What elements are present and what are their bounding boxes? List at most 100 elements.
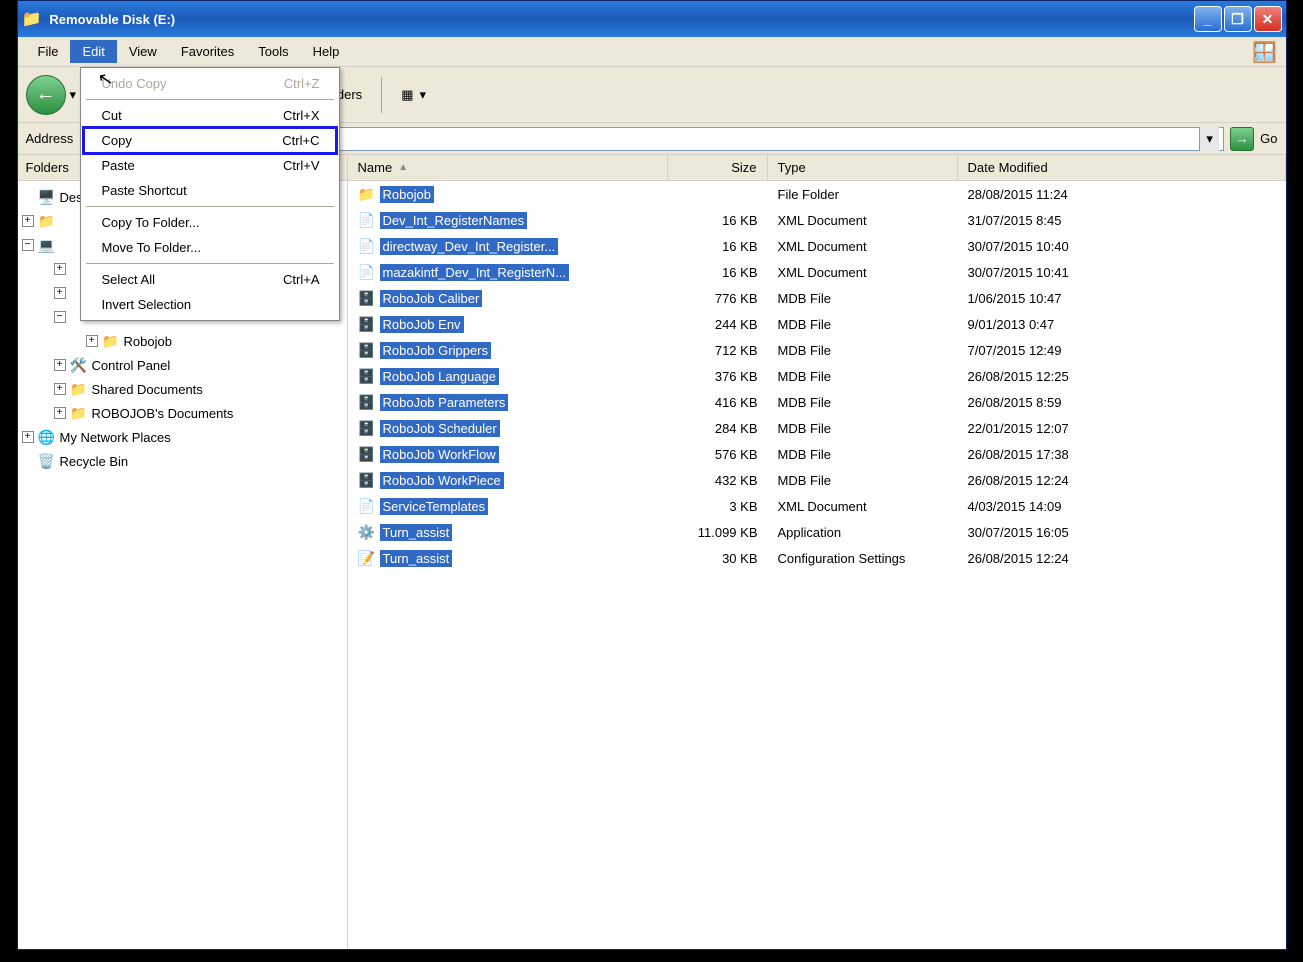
menu-help[interactable]: Help bbox=[301, 40, 352, 63]
tree-item-icon: 🌐 bbox=[38, 428, 56, 446]
title-bar[interactable]: Removable Disk (E:) _ ❐ ✕ bbox=[18, 1, 1286, 37]
tree-item-icon: 📁 bbox=[70, 380, 88, 398]
tree-item-icon: 💻 bbox=[38, 236, 56, 254]
file-icon: 🗄️ bbox=[358, 471, 376, 489]
file-row[interactable]: 📝Turn_assist30 KBConfiguration Settings2… bbox=[348, 545, 1286, 571]
file-size: 244 KB bbox=[668, 317, 768, 332]
tree-expand-button[interactable]: + bbox=[54, 383, 66, 395]
file-row[interactable]: 🗄️RoboJob Grippers712 KBMDB File7/07/201… bbox=[348, 337, 1286, 363]
file-row[interactable]: 📄Dev_Int_RegisterNames16 KBXML Document3… bbox=[348, 207, 1286, 233]
file-name: Dev_Int_RegisterNames bbox=[380, 212, 528, 229]
file-type: MDB File bbox=[768, 473, 958, 488]
tree-item[interactable]: +🛠️Control Panel bbox=[22, 353, 347, 377]
col-header-name[interactable]: Name▲ bbox=[348, 155, 668, 180]
tree-expand-button[interactable]: + bbox=[86, 335, 98, 347]
file-name: Turn_assist bbox=[380, 524, 453, 541]
menu-favorites[interactable]: Favorites bbox=[169, 40, 246, 63]
tree-item[interactable]: +🌐My Network Places bbox=[22, 425, 347, 449]
col-header-size[interactable]: Size bbox=[668, 155, 768, 180]
col-header-date[interactable]: Date Modified bbox=[958, 155, 1286, 180]
tree-expand-button[interactable]: + bbox=[54, 287, 66, 299]
file-icon: 🗄️ bbox=[358, 315, 376, 333]
tree-item[interactable]: 🗑️Recycle Bin bbox=[22, 449, 347, 473]
menu-view[interactable]: View bbox=[117, 40, 169, 63]
menu-item-invert-selection[interactable]: Invert Selection bbox=[84, 292, 336, 317]
file-size: 376 KB bbox=[668, 369, 768, 384]
menu-item-move-to-folder-[interactable]: Move To Folder... bbox=[84, 235, 336, 260]
menu-edit[interactable]: Edit bbox=[70, 40, 116, 63]
back-dropdown-icon[interactable]: ▾ bbox=[70, 87, 77, 103]
minimize-button[interactable]: _ bbox=[1194, 6, 1222, 32]
explorer-window: Removable Disk (E:) _ ❐ ✕ File Edit View… bbox=[17, 0, 1287, 950]
file-row[interactable]: 📄ServiceTemplates3 KBXML Document4/03/20… bbox=[348, 493, 1286, 519]
go-button[interactable]: → bbox=[1230, 127, 1254, 151]
file-name: RoboJob WorkPiece bbox=[380, 472, 504, 489]
file-size: 16 KB bbox=[668, 213, 768, 228]
file-icon: 🗄️ bbox=[358, 445, 376, 463]
tree-item-icon: 🗑️ bbox=[38, 452, 56, 470]
menu-item-cut[interactable]: CutCtrl+X bbox=[84, 103, 336, 128]
file-name: ServiceTemplates bbox=[380, 498, 489, 515]
file-row[interactable]: 🗄️RoboJob Scheduler284 KBMDB File22/01/2… bbox=[348, 415, 1286, 441]
tree-item[interactable]: +📁Robojob bbox=[22, 329, 347, 353]
file-row[interactable]: 🗄️RoboJob WorkFlow576 KBMDB File26/08/20… bbox=[348, 441, 1286, 467]
file-row[interactable]: 🗄️RoboJob WorkPiece432 KBMDB File26/08/2… bbox=[348, 467, 1286, 493]
file-row[interactable]: 🗄️RoboJob Env244 KBMDB File9/01/2013 0:4… bbox=[348, 311, 1286, 337]
file-icon: 📁 bbox=[358, 185, 376, 203]
menu-tools[interactable]: Tools bbox=[246, 40, 300, 63]
tree-item-label: Shared Documents bbox=[92, 382, 203, 397]
menu-item-copy-to-folder-[interactable]: Copy To Folder... bbox=[84, 210, 336, 235]
menu-item-select-all[interactable]: Select AllCtrl+A bbox=[84, 267, 336, 292]
file-date: 28/08/2015 11:24 bbox=[958, 187, 1286, 202]
tree-expand-button[interactable]: + bbox=[54, 263, 66, 275]
chevron-down-icon: ▾ bbox=[419, 87, 426, 103]
maximize-button[interactable]: ❐ bbox=[1224, 6, 1252, 32]
menu-item-paste-shortcut[interactable]: Paste Shortcut bbox=[84, 178, 336, 203]
menu-item-paste[interactable]: PasteCtrl+V bbox=[84, 153, 336, 178]
tree-item[interactable]: + 📁 Shared Documents bbox=[22, 377, 347, 401]
file-row[interactable]: 📄directway_Dev_Int_Register...16 KBXML D… bbox=[348, 233, 1286, 259]
tree-expand-button[interactable]: + bbox=[54, 407, 66, 419]
file-row[interactable]: ⚙️Turn_assist11.099 KBApplication30/07/2… bbox=[348, 519, 1286, 545]
menu-item-undo-copy[interactable]: Undo CopyCtrl+Z bbox=[84, 71, 336, 96]
window-title: Removable Disk (E:) bbox=[49, 12, 175, 27]
file-row[interactable]: 📄mazakintf_Dev_Int_RegisterN...16 KBXML … bbox=[348, 259, 1286, 285]
file-row[interactable]: 🗄️RoboJob Parameters416 KBMDB File26/08/… bbox=[348, 389, 1286, 415]
file-icon: 📄 bbox=[358, 263, 376, 281]
file-date: 22/01/2015 12:07 bbox=[958, 421, 1286, 436]
menu-item-label: Paste bbox=[102, 158, 135, 173]
menu-item-label: Move To Folder... bbox=[102, 240, 201, 255]
tree-item[interactable]: +📁ROBOJOB's Documents bbox=[22, 401, 347, 425]
close-button[interactable]: ✕ bbox=[1254, 6, 1282, 32]
file-row[interactable]: 🗄️RoboJob Caliber776 KBMDB File1/06/2015… bbox=[348, 285, 1286, 311]
file-type: Application bbox=[768, 525, 958, 540]
menu-file[interactable]: File bbox=[26, 40, 71, 63]
address-dropdown-button[interactable]: ▾ bbox=[1199, 127, 1219, 151]
tree-expand-button[interactable]: + bbox=[22, 431, 34, 443]
file-date: 26/08/2015 12:24 bbox=[958, 551, 1286, 566]
menu-item-accel: Ctrl+A bbox=[283, 272, 319, 287]
file-date: 26/08/2015 12:24 bbox=[958, 473, 1286, 488]
file-list-body: 📁RobojobFile Folder28/08/2015 11:24 📄 Dev_… bbox=[348, 181, 1286, 571]
tree-expand-button[interactable]: + bbox=[22, 215, 34, 227]
tree-expand-button[interactable]: − bbox=[22, 239, 34, 251]
menu-item-copy[interactable]: CopyCtrl+C bbox=[84, 128, 336, 153]
back-button[interactable]: ← bbox=[26, 75, 66, 115]
file-name: RoboJob Scheduler bbox=[380, 420, 500, 437]
col-header-type[interactable]: Type bbox=[768, 155, 958, 180]
file-row[interactable]: 🗄️RoboJob Language376 KBMDB File26/08/20… bbox=[348, 363, 1286, 389]
tree-item-icon: 🖥️ bbox=[38, 188, 56, 206]
file-size: 16 KB bbox=[668, 265, 768, 280]
file-name: RoboJob WorkFlow bbox=[380, 446, 499, 463]
go-label: Go bbox=[1260, 131, 1277, 146]
file-type: MDB File bbox=[768, 421, 958, 436]
file-date: 7/07/2015 12:49 bbox=[958, 343, 1286, 358]
file-icon: 🗄️ bbox=[358, 367, 376, 385]
tree-expand-button[interactable]: + bbox=[54, 359, 66, 371]
views-button[interactable]: ▦▾ bbox=[390, 80, 437, 110]
file-icon: 📄 bbox=[358, 497, 376, 515]
tree-expand-button[interactable]: − bbox=[54, 311, 66, 323]
file-date: 26/08/2015 12:25 bbox=[958, 369, 1286, 384]
file-row[interactable]: 📁RobojobFile Folder28/08/2015 11:24 bbox=[348, 181, 1286, 207]
file-date: 4/03/2015 14:09 bbox=[958, 499, 1286, 514]
